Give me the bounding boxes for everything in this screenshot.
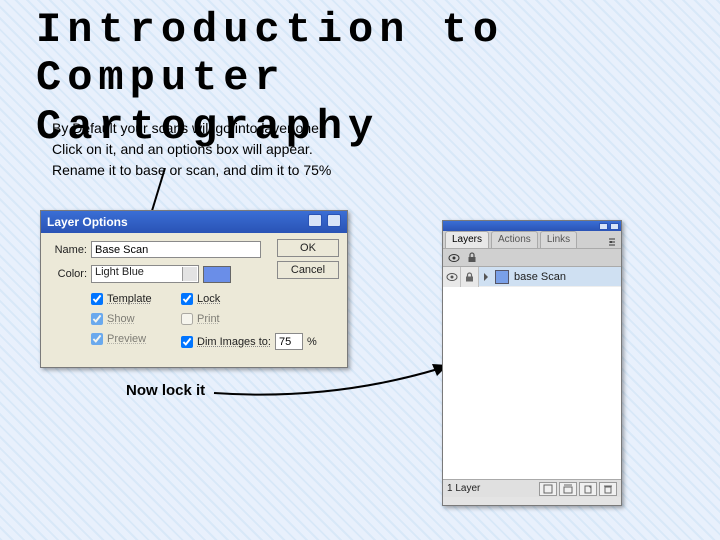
layer-color-swatch	[495, 270, 509, 284]
lock-caption: Now lock it	[126, 382, 205, 399]
panel-tabs: Layers Actions Links	[443, 231, 621, 249]
layers-panel: Layers Actions Links base Scan 1 Layer	[442, 220, 622, 506]
body-text: By Default your scans will go into layer…	[52, 118, 472, 181]
new-sublayer-icon[interactable]	[559, 482, 577, 496]
show-checkbox[interactable]: Show	[91, 313, 135, 325]
dim-percent-input[interactable]	[275, 333, 303, 350]
dialog-window-buttons	[306, 214, 341, 230]
dim-images-checkbox[interactable]: Dim Images to:	[181, 336, 271, 348]
delete-layer-icon[interactable]	[599, 482, 617, 496]
close-icon[interactable]	[610, 223, 619, 230]
visibility-icon[interactable]	[447, 251, 461, 265]
color-label: Color:	[47, 268, 87, 280]
help-icon[interactable]	[308, 214, 322, 227]
layer-name-input[interactable]	[91, 241, 261, 258]
panel-status-bar: 1 Layer	[443, 479, 621, 497]
layer-options-dialog: Layer Options Name: Color: Light Blue OK…	[40, 210, 348, 368]
tab-layers[interactable]: Layers	[445, 231, 489, 248]
disclosure-triangle-icon[interactable]	[484, 273, 492, 281]
lock-checkbox[interactable]: Lock	[181, 293, 220, 305]
color-select[interactable]: Light Blue	[91, 265, 199, 283]
chevron-down-icon	[186, 272, 194, 280]
preview-checkbox[interactable]: Preview	[91, 333, 146, 345]
color-select-value: Light Blue	[95, 266, 144, 278]
layer-count-label: 1 Layer	[447, 483, 480, 494]
name-label: Name:	[47, 244, 87, 256]
ok-button[interactable]: OK	[277, 239, 339, 257]
dialog-title: Layer Options	[47, 215, 128, 229]
minimize-icon[interactable]	[599, 223, 608, 230]
print-checkbox[interactable]: Print	[181, 313, 220, 325]
row-visibility-icon[interactable]	[443, 267, 461, 287]
make-clipping-icon[interactable]	[539, 482, 557, 496]
body-line-2: Click on it, and an options box will app…	[52, 139, 472, 160]
lock-icon[interactable]	[465, 251, 479, 265]
layer-meta-row	[443, 249, 621, 267]
body-line-3: Rename it to base or scan, and dim it to…	[52, 160, 472, 181]
layer-list: base Scan	[443, 267, 621, 479]
close-icon[interactable]	[327, 214, 341, 227]
row-lock-icon[interactable]	[461, 267, 479, 287]
cancel-button[interactable]: Cancel	[277, 261, 339, 279]
percent-label: %	[307, 336, 317, 348]
template-checkbox[interactable]: Template	[91, 293, 152, 305]
dialog-titlebar: Layer Options	[41, 211, 347, 233]
layer-name-label: base Scan	[514, 271, 566, 283]
panel-menu-icon[interactable]	[605, 236, 617, 248]
layer-row[interactable]: base Scan	[443, 267, 621, 287]
new-layer-icon[interactable]	[579, 482, 597, 496]
tab-actions[interactable]: Actions	[491, 231, 538, 248]
color-swatch[interactable]	[203, 266, 231, 283]
panel-titlebar	[443, 221, 621, 231]
tab-links[interactable]: Links	[540, 231, 577, 248]
body-line-1: By Default your scans will go into layer…	[52, 118, 472, 139]
